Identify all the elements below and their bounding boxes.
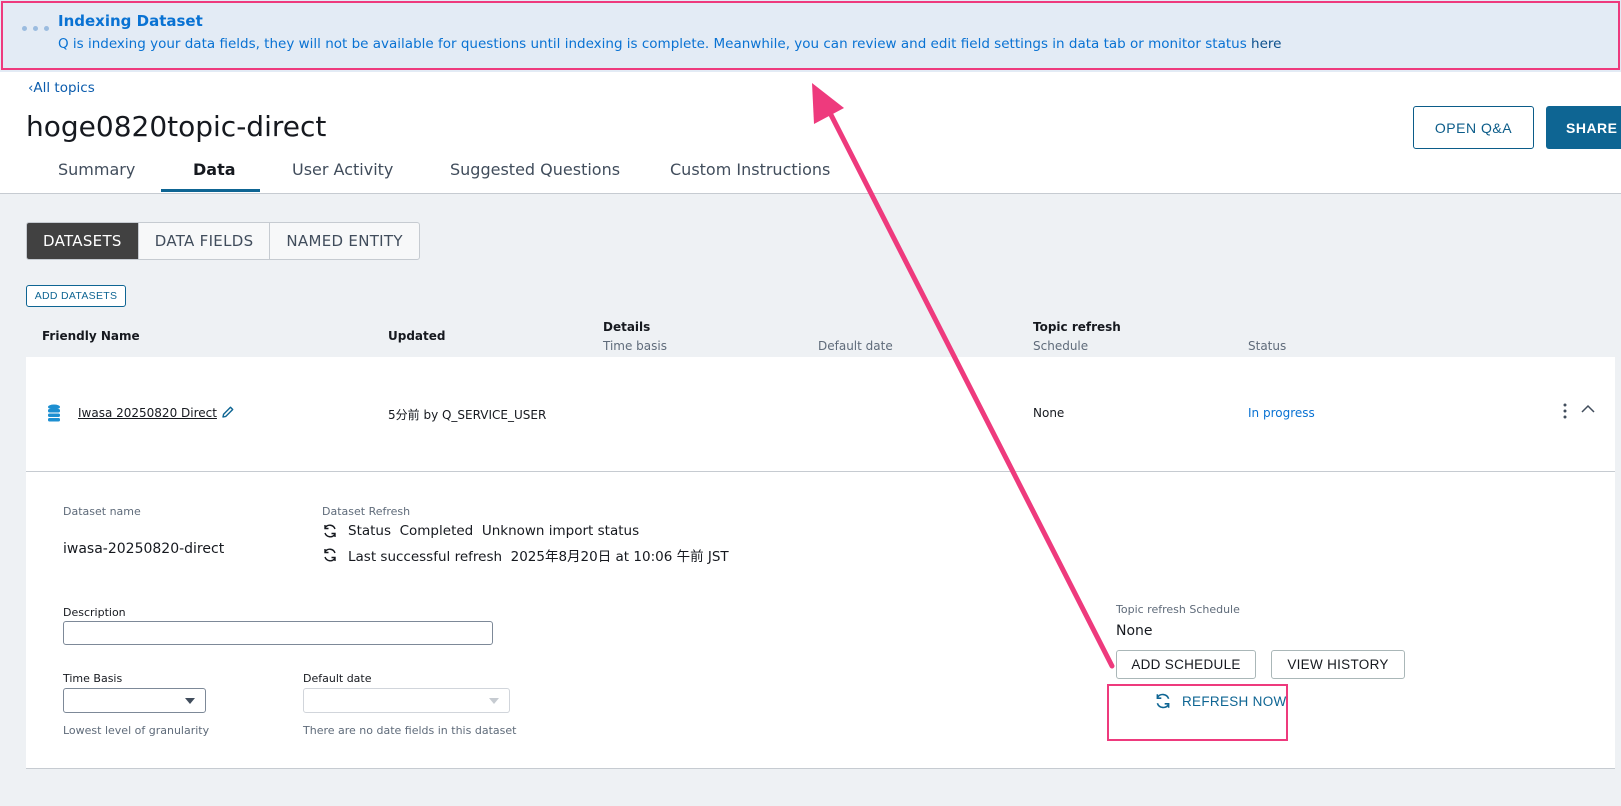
refresh-status-text: Status Completed Unknown import status (348, 523, 640, 539)
header-time-basis: Time basis (603, 339, 667, 353)
header-default-date: Default date (818, 339, 893, 353)
dataset-schedule: None (1033, 406, 1065, 420)
dataset-updated: 5分前 by Q_SERVICE_USER (388, 408, 547, 422)
header-topic-refresh: Topic refresh (1033, 320, 1121, 334)
header-schedule: Schedule (1033, 339, 1089, 353)
description-input[interactable] (63, 621, 493, 645)
time-basis-select[interactable] (63, 688, 206, 713)
default-date-select[interactable] (303, 688, 510, 713)
add-schedule-button[interactable]: ADD SCHEDULE (1116, 650, 1256, 679)
tab-custom-instructions[interactable]: Custom Instructions (670, 160, 830, 193)
indexing-banner: Indexing Dataset Q is indexing your data… (0, 0, 1621, 72)
time-basis-label: Time Basis (63, 672, 123, 685)
default-date-hint: There are no date fields in this dataset (303, 724, 517, 737)
header-details: Details (603, 320, 651, 334)
share-button[interactable]: SHARE (1546, 106, 1621, 149)
banner-status-link[interactable]: here (1251, 36, 1281, 52)
add-datasets-button[interactable]: ADD DATASETS (26, 285, 126, 307)
dataset-name-label: Dataset name (63, 505, 141, 518)
all-topics-label: All topics (33, 80, 95, 96)
dataset-status[interactable]: In progress (1248, 406, 1315, 420)
last-refresh-text: Last successful refresh 2025年8月20日 at 10… (348, 549, 729, 565)
tab-user-activity[interactable]: User Activity (292, 160, 393, 193)
segment-datasets[interactable]: DATASETS (27, 223, 139, 259)
dataset-detail-panel: Dataset name iwasa-20250820-direct Datas… (26, 472, 1615, 769)
segment-named-entity[interactable]: NAMED ENTITY (270, 223, 418, 259)
default-date-label: Default date (303, 672, 372, 685)
description-label: Description (63, 606, 126, 619)
time-basis-hint: Lowest level of granularity (63, 724, 210, 737)
banner-message-text: Q is indexing your data fields, they wil… (58, 36, 1252, 52)
refresh-icon (324, 524, 336, 538)
refresh-icon (1156, 693, 1170, 709)
data-segment-control: DATASETS DATA FIELDS NAMED ENTITY (26, 222, 420, 260)
open-qa-button[interactable]: OPEN Q&A (1413, 106, 1534, 149)
header-friendly-name: Friendly Name (42, 329, 140, 343)
dataset-name-value: iwasa-20250820-direct (63, 541, 225, 557)
tab-suggested-questions[interactable]: Suggested Questions (450, 160, 620, 193)
header-status: Status (1248, 339, 1287, 353)
topic-header: ‹All topics hoge0820topic-direct OPEN Q&… (0, 72, 1621, 194)
topic-tabs: Summary Data User Activity Suggested Que… (0, 160, 900, 194)
banner-title: Indexing Dataset (58, 12, 203, 30)
edit-pencil-icon[interactable] (221, 405, 235, 419)
topic-refresh-schedule-label: Topic refresh Schedule (1116, 603, 1240, 616)
view-history-button[interactable]: VIEW HISTORY (1271, 650, 1405, 679)
caret-down-icon (185, 698, 195, 704)
topic-refresh-schedule-value: None (1116, 623, 1153, 639)
page-title: hoge0820topic-direct (26, 110, 327, 143)
refresh-now-label: REFRESH NOW (1182, 693, 1287, 709)
table-row[interactable]: Iwasa 20250820 Direct 5分前 by Q_SERVICE_U… (26, 357, 1615, 472)
dataset-name-link[interactable]: Iwasa 20250820 Direct (78, 406, 217, 420)
more-options-icon[interactable] (1562, 402, 1568, 420)
chevron-up-icon[interactable] (1581, 404, 1595, 414)
tab-summary[interactable]: Summary (58, 160, 135, 193)
refresh-status-line: Status Completed Unknown import status (322, 523, 639, 539)
loading-dots-icon (22, 26, 49, 31)
caret-down-icon (489, 698, 499, 704)
database-icon (48, 404, 60, 422)
active-tab-indicator (161, 189, 260, 192)
all-topics-link[interactable]: ‹All topics (28, 80, 95, 96)
dataset-refresh-label: Dataset Refresh (322, 505, 411, 518)
refresh-icon (324, 548, 336, 562)
last-refresh-line: Last successful refresh 2025年8月20日 at 10… (322, 545, 729, 565)
refresh-now-button[interactable]: REFRESH NOW (1130, 681, 1305, 721)
segment-data-fields[interactable]: DATA FIELDS (139, 223, 271, 259)
header-updated: Updated (388, 329, 446, 343)
banner-message: Q is indexing your data fields, they wil… (58, 36, 1281, 52)
